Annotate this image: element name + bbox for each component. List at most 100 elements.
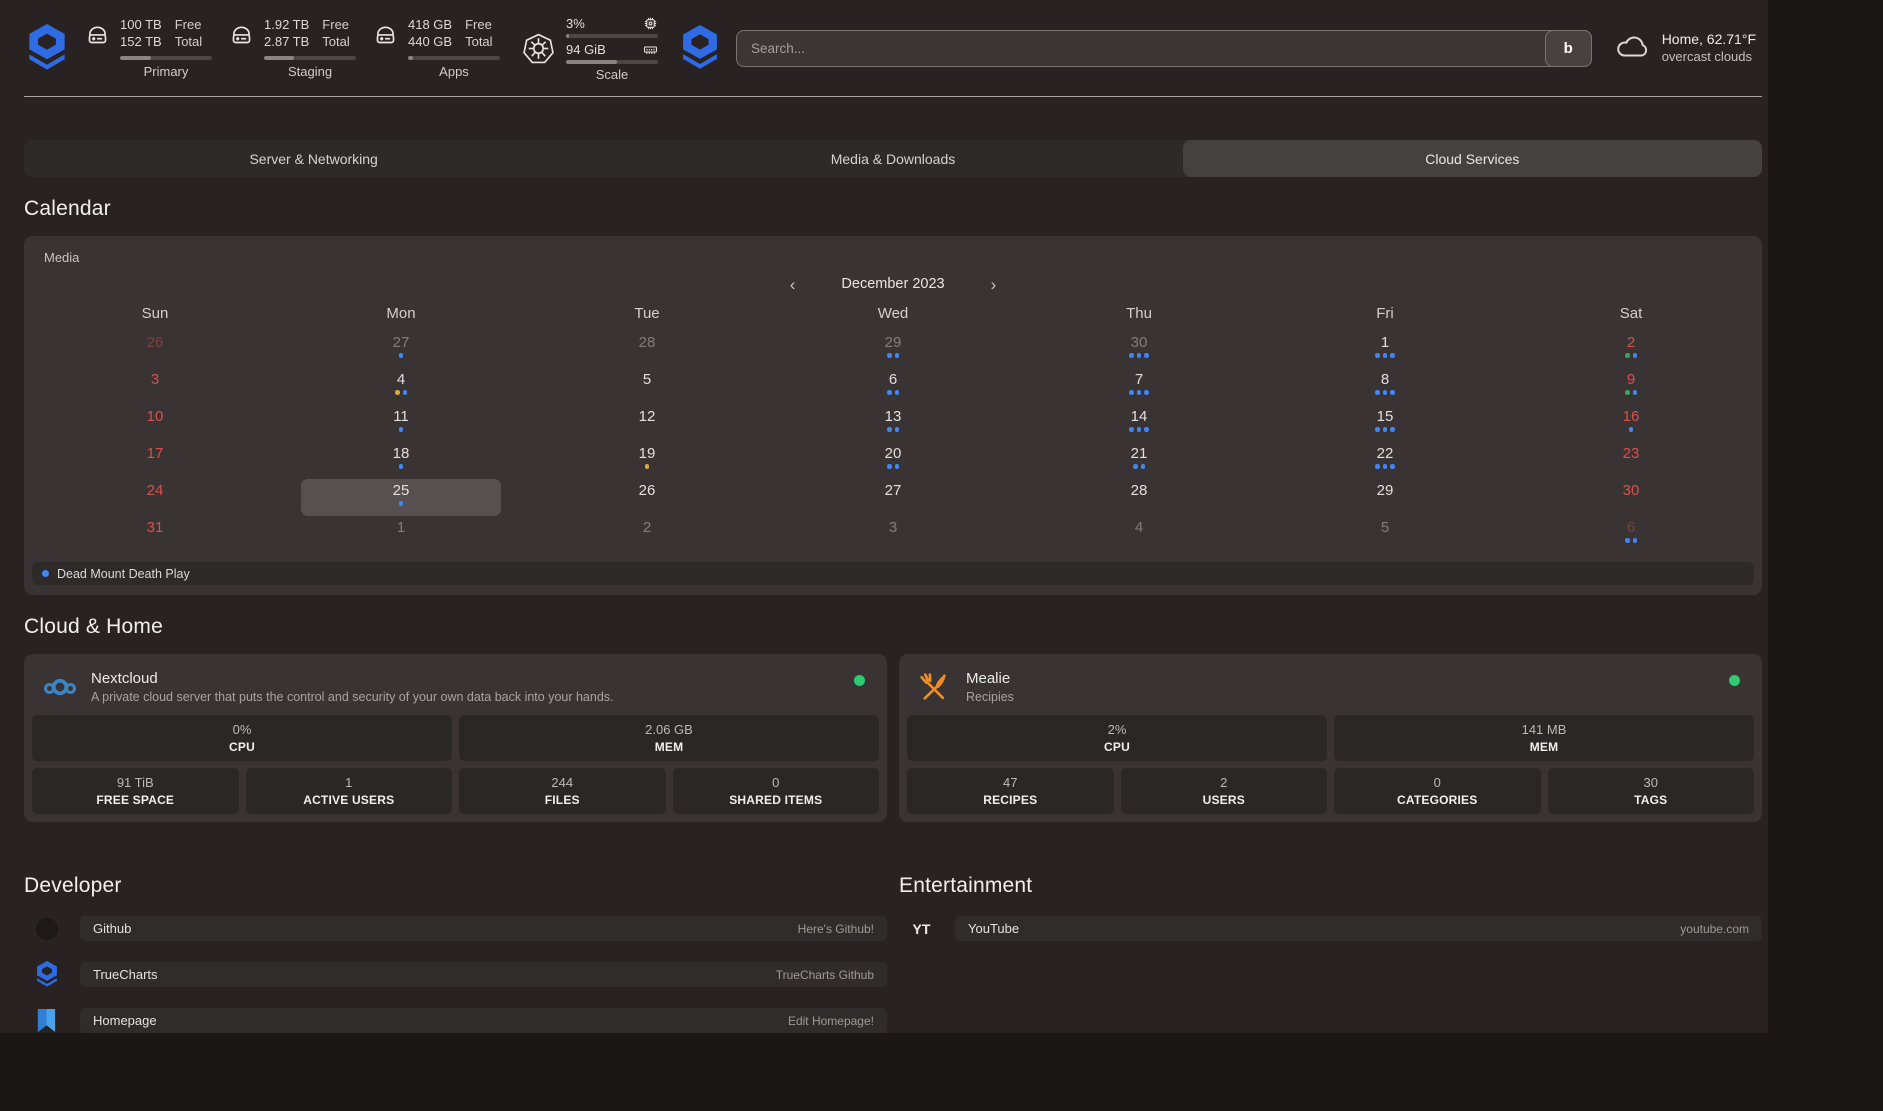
bookmark-description: Here's Github! [798, 922, 874, 936]
bookmark-link[interactable]: HomepageEdit Homepage! [80, 1008, 887, 1033]
calendar-day[interactable]: 17 [32, 442, 278, 479]
calendar-day[interactable]: 28 [524, 331, 770, 368]
calendar-day[interactable]: 6 [770, 368, 1016, 405]
calendar-day-number: 24 [147, 481, 164, 500]
calendar-day[interactable]: 27 [278, 331, 524, 368]
blue-event-dot [1390, 464, 1395, 469]
next-month-button[interactable]: › [987, 276, 1001, 293]
scale-meters: 3% 94 GiB Scale [566, 15, 658, 82]
calendar-day-number: 4 [1135, 518, 1143, 537]
calendar-day[interactable]: 30 [1016, 331, 1262, 368]
calendar-day[interactable]: 12 [524, 405, 770, 442]
calendar-day[interactable]: 1 [278, 516, 524, 553]
calendar-day[interactable]: 10 [32, 405, 278, 442]
calendar-day[interactable]: 23 [1508, 442, 1754, 479]
blue-event-dot [1633, 390, 1638, 395]
calendar-day[interactable]: 31 [32, 516, 278, 553]
calendar-day[interactable]: 18 [278, 442, 524, 479]
calendar-day[interactable]: 13 [770, 405, 1016, 442]
disk-widgets: 100 TB152 TBFreeTotalPrimary1.92 TB2.87 … [84, 17, 516, 79]
bookmark-youtube[interactable]: YTYouTubeyoutube.com [899, 915, 1762, 942]
calendar-day-number: 1 [397, 518, 405, 537]
blue-event-dot [1129, 390, 1134, 395]
calendar-day[interactable]: 19 [524, 442, 770, 479]
stat-value: 47 [1003, 775, 1017, 790]
bookmark-link[interactable]: TrueChartsTrueCharts Github [80, 962, 887, 987]
event-dots [1375, 390, 1395, 396]
blue-event-dot [1383, 427, 1388, 432]
calendar-day[interactable]: 26 [524, 479, 770, 516]
event-dots [399, 501, 404, 507]
search-input[interactable] [736, 30, 1592, 67]
stat-label: CPU [1104, 740, 1130, 754]
scale-cpu-value: 3% [566, 16, 585, 31]
disk-free-label: Free [175, 17, 202, 34]
agenda-event[interactable]: Dead Mount Death Play [42, 567, 190, 581]
stat-cell: 141 MBMEM [1334, 715, 1754, 761]
calendar-day[interactable]: 4 [278, 368, 524, 405]
event-dots [1375, 464, 1395, 470]
dashboard: 100 TB152 TBFreeTotalPrimary1.92 TB2.87 … [0, 0, 1768, 1033]
calendar-day[interactable]: 22 [1262, 442, 1508, 479]
calendar-day[interactable]: 14 [1016, 405, 1262, 442]
calendar-day-number: 17 [147, 444, 164, 463]
calendar-day[interactable]: 3 [32, 368, 278, 405]
calendar-day[interactable]: 9 [1508, 368, 1754, 405]
calendar-day[interactable]: 4 [1016, 516, 1262, 553]
calendar-day[interactable]: 20 [770, 442, 1016, 479]
disk-widget-apps: 418 GB440 GBFreeTotalApps [372, 17, 500, 79]
calendar-day-number: 22 [1377, 444, 1394, 463]
bookmark-homepage[interactable]: HomepageEdit Homepage! [24, 1007, 887, 1034]
calendar-day[interactable]: 30 [1508, 479, 1754, 516]
disk-free-total-labels: FreeTotal [175, 17, 202, 51]
stat-label: MEM [655, 740, 684, 754]
calendar-day[interactable]: 1 [1262, 331, 1508, 368]
bookmark-label: Github [93, 921, 131, 936]
calendar-day[interactable]: 5 [1262, 516, 1508, 553]
search-provider-button[interactable]: b [1545, 30, 1592, 67]
calendar-day-number: 8 [1381, 370, 1389, 389]
bookmark-link[interactable]: YouTubeyoutube.com [955, 916, 1762, 941]
calendar-day[interactable]: 7 [1016, 368, 1262, 405]
calendar-day[interactable]: 16 [1508, 405, 1754, 442]
calendar-day[interactable]: 24 [32, 479, 278, 516]
bookmark-truecharts[interactable]: TrueChartsTrueCharts Github [24, 961, 887, 988]
calendar-day[interactable]: 6 [1508, 516, 1754, 553]
calendar-day[interactable]: 11 [278, 405, 524, 442]
calendar-day[interactable]: 8 [1262, 368, 1508, 405]
event-dots [887, 353, 899, 359]
calendar-day[interactable]: 28 [1016, 479, 1262, 516]
disk-total-value: 152 TB [120, 34, 162, 51]
cloud-icon [1614, 32, 1650, 64]
bookmark-github[interactable]: Github Here's Github! [24, 915, 887, 942]
day-header: Tue [524, 305, 770, 331]
stat-value: 2% [1108, 722, 1127, 737]
service-link[interactable]: MealieRecipies [907, 662, 1754, 715]
calendar-day[interactable]: 26 [32, 331, 278, 368]
calendar-day[interactable]: 3 [770, 516, 1016, 553]
calendar-day[interactable]: 25 [301, 479, 501, 516]
service-name: Mealie [966, 670, 1014, 687]
calendar-day[interactable]: 21 [1016, 442, 1262, 479]
bookmark-description: TrueCharts Github [776, 968, 874, 982]
scale-widget: 3% 94 GiB Scale [522, 15, 658, 82]
prev-month-button[interactable]: ‹ [786, 276, 800, 293]
calendar-day[interactable]: 2 [1508, 331, 1754, 368]
blue-event-dot [1625, 538, 1630, 543]
calendar-day[interactable]: 27 [770, 479, 1016, 516]
calendar-day[interactable]: 29 [770, 331, 1016, 368]
disk-total-value: 2.87 TB [264, 34, 309, 51]
disk-free-total-labels: FreeTotal [465, 17, 492, 51]
event-dots [399, 353, 404, 359]
service-link[interactable]: NextcloudA private cloud server that put… [32, 662, 879, 715]
calendar-day[interactable]: 15 [1262, 405, 1508, 442]
calendar-day[interactable]: 2 [524, 516, 770, 553]
bookmark-link[interactable]: Github Here's Github! [80, 916, 887, 941]
calendar-day-number: 27 [885, 481, 902, 500]
tab-cloud-services[interactable]: Cloud Services [1183, 140, 1762, 177]
tab-media-downloads[interactable]: Media & Downloads [603, 140, 1182, 177]
tab-server-networking[interactable]: Server & Networking [24, 140, 603, 177]
yellow-event-dot [645, 464, 650, 469]
calendar-day[interactable]: 5 [524, 368, 770, 405]
calendar-day[interactable]: 29 [1262, 479, 1508, 516]
